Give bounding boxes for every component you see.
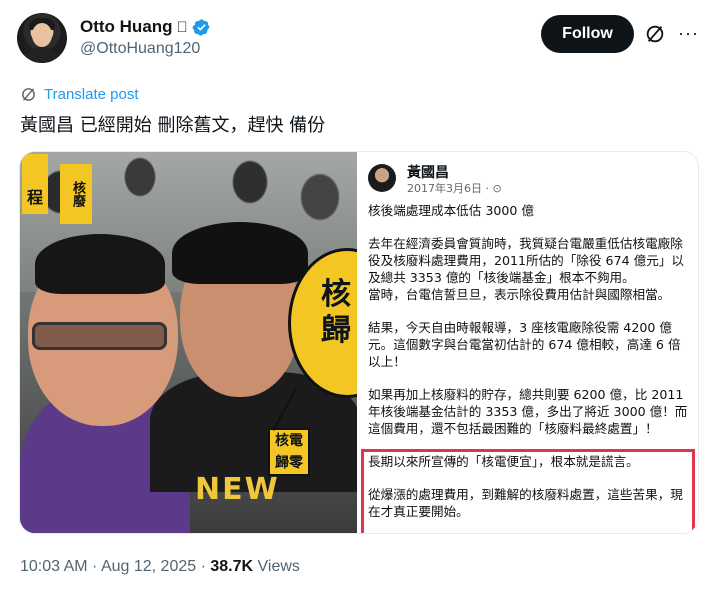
fb-author-name: 黃國昌 (407, 165, 449, 181)
avatar-shirt (22, 47, 62, 63)
protest-sign-mid: 核廢 (60, 164, 92, 224)
protest-sign-left: 程 (22, 154, 48, 214)
author-avatar[interactable] (17, 13, 67, 63)
follow-button[interactable]: Follow (541, 15, 634, 53)
verified-badge-icon[interactable] (192, 18, 211, 37)
hoodie-print: NEW (195, 472, 280, 507)
post-date[interactable]: Aug 12, 2025 (101, 558, 196, 575)
views-label: Views (253, 558, 300, 575)
translate-post-label: Translate post (44, 86, 139, 103)
apple-icon:  (177, 20, 188, 35)
fb-paragraph: 去年在經濟委員會質詢時，我質疑台電嚴重低估核電廠除役及核廢料處理費用，2011所… (368, 236, 684, 302)
avatar-face (32, 23, 52, 47)
fb-post-date: 2017年3月6日 · ⊙ (407, 182, 502, 195)
translate-icon (22, 88, 35, 101)
meta-separator: · (87, 558, 101, 575)
more-options-icon[interactable]: ··· (678, 22, 698, 44)
person-left-glasses (32, 322, 167, 350)
person-right-hair (172, 222, 308, 284)
fb-paragraph: 如果再加上核廢料的貯存，總共則要 6200 億，比 2011 年核後端基金估計的… (368, 387, 688, 436)
grok-icon[interactable] (644, 23, 666, 45)
post-time[interactable]: 10:03 AM (20, 558, 88, 575)
highlight-box (361, 449, 695, 533)
translate-post-link[interactable]: Translate post (20, 86, 139, 103)
post-metadata: 10:03 AM · Aug 12, 2025 · 38.7K Views (20, 558, 300, 576)
anti-nuclear-badge: 核電 歸零 (268, 428, 310, 476)
post-text: 黃國昌 已經開始 刪除舊文，趕快 備份 (20, 115, 326, 136)
author-handle[interactable]: @OttoHuang120 (80, 40, 200, 58)
views-count[interactable]: 38.7K (210, 558, 253, 575)
fb-avatar (368, 164, 396, 192)
person-left-hair (35, 234, 165, 294)
post-media[interactable]: 程 核廢 NEW 核電 歸零 核 歸 黃國昌 2017年3月6日 · ⊙ 核後端… (19, 151, 699, 534)
author-name-row: Otto Huang  (80, 17, 211, 37)
zoom-sign-text: 核 歸 (321, 277, 351, 348)
author-display-name[interactable]: Otto Huang (80, 17, 173, 37)
facebook-post-screenshot: 黃國昌 2017年3月6日 · ⊙ 核後端處理成本低估 3000 億 去年在經濟… (357, 152, 698, 533)
rally-photo: 程 核廢 NEW 核電 歸零 核 歸 (20, 152, 357, 533)
fb-paragraph: 結果，今天自由時報報導，3 座核電廠除役需 4200 億元。這個數字與台電當初估… (368, 320, 681, 369)
fb-paragraph: 核後端處理成本低估 3000 億 (368, 203, 534, 218)
meta-separator: · (196, 558, 211, 575)
